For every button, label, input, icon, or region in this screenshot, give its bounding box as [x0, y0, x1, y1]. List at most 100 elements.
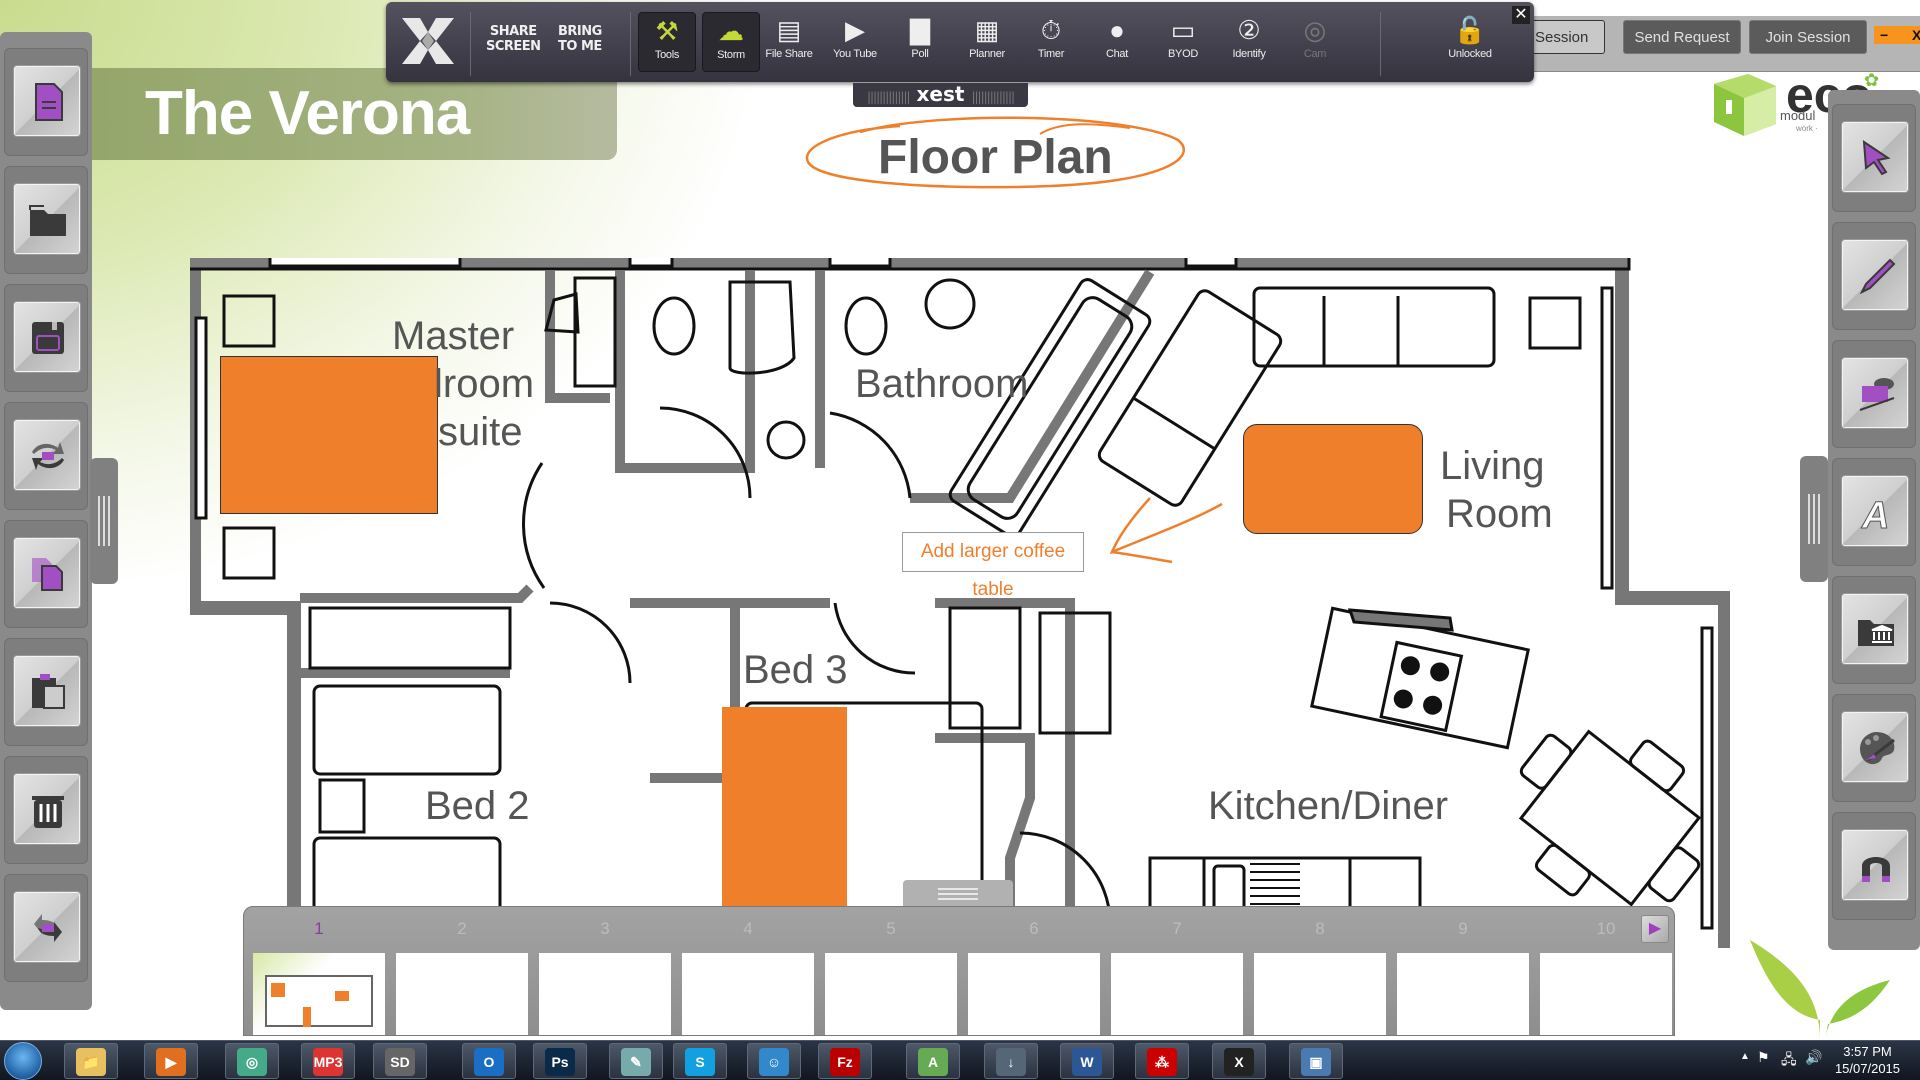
page-number[interactable]: 10 — [1586, 919, 1626, 939]
toolbar-byod-button[interactable]: ▭ BYOD — [1154, 12, 1212, 72]
close-app-button[interactable]: X — [1912, 26, 1920, 44]
taskbar-chrome[interactable]: ◎ — [225, 1043, 279, 1079]
taskbar-android-download[interactable]: ↓ — [984, 1043, 1038, 1079]
session-button[interactable]: Session — [1530, 20, 1605, 54]
resource-library-button[interactable] — [1841, 593, 1909, 665]
next-pages-button[interactable]: ▶ — [1641, 915, 1669, 943]
word-icon: W — [1072, 1048, 1102, 1076]
import-export-button[interactable] — [13, 419, 81, 491]
text-button[interactable]: A — [1841, 475, 1909, 547]
page-number[interactable]: 3 — [585, 919, 625, 939]
coffee-table-highlight[interactable] — [1243, 424, 1423, 534]
toolbar-planner-button[interactable]: ▦ Planner — [958, 12, 1016, 72]
taskbar-filezilla[interactable]: Fz — [818, 1043, 872, 1079]
page-thumbnail[interactable] — [253, 953, 385, 1035]
taskbar-file-explorer[interactable]: 📁 — [64, 1043, 118, 1079]
notepad-icon: ✎ — [621, 1048, 651, 1076]
toolbar-file-share-button[interactable]: ▤ File Share — [760, 12, 818, 72]
right-toolbar-cell: A — [1832, 458, 1916, 566]
new-page-button[interactable] — [13, 65, 81, 137]
page-thumbnail[interactable] — [1540, 953, 1672, 1035]
right-toolbar-collapse-handle[interactable] — [1800, 456, 1828, 582]
taskbar-word[interactable]: W — [1060, 1043, 1114, 1079]
page-number[interactable]: 7 — [1157, 919, 1197, 939]
bring-to-me-button[interactable]: BRING TO ME — [558, 24, 602, 54]
media-player-icon: ▶ — [156, 1048, 186, 1076]
toolbar-timer-button[interactable]: ⏱ Timer — [1022, 12, 1080, 72]
taskbar-photo-viewer[interactable]: ▣ — [1289, 1043, 1343, 1079]
page-thumbnail[interactable] — [825, 953, 957, 1035]
taskbar-outlook[interactable]: O — [462, 1043, 516, 1079]
page-strip-handle[interactable] — [903, 880, 1013, 908]
mp3-app-icon: MP3 — [313, 1048, 343, 1076]
page-thumbnail[interactable] — [1397, 953, 1529, 1035]
annotation-textbox[interactable]: Add larger coffee table — [902, 532, 1084, 600]
taskbar-xest[interactable]: X — [1212, 1043, 1266, 1079]
page-thumbnail[interactable] — [1111, 953, 1243, 1035]
share-screen-button[interactable]: SHARE SCREEN — [486, 24, 541, 54]
clock[interactable]: 3:57 PM 15/07/2015 — [1830, 1043, 1905, 1077]
sync-button[interactable] — [13, 891, 81, 963]
duplicate-button[interactable] — [13, 537, 81, 609]
toolbar-cam-button[interactable]: ◎ Cam — [1286, 12, 1344, 72]
page-thumbnail[interactable] — [1254, 953, 1386, 1035]
lock-toggle-button[interactable]: 🔓 Unlocked — [1435, 12, 1505, 72]
pen-button[interactable] — [1841, 239, 1909, 311]
toolbar-tools-button[interactable]: ⚒ Tools — [638, 12, 696, 72]
toolbar-storm-button[interactable]: ☁ Storm — [702, 12, 760, 72]
poll-icon: ▇ — [910, 15, 930, 45]
action-center-flag-icon[interactable]: ⚑ — [1757, 1049, 1770, 1066]
page-number[interactable]: 9 — [1443, 919, 1483, 939]
taskbar-android-studio[interactable]: A — [906, 1043, 960, 1079]
photoshop-icon: Ps — [545, 1048, 575, 1076]
left-toolbar-collapse-handle[interactable] — [90, 458, 118, 584]
right-toolbar-cell — [1832, 812, 1916, 920]
volume-icon[interactable]: 🔊 — [1805, 1049, 1822, 1066]
taskbar-acrobat[interactable]: ⁂ — [1135, 1043, 1189, 1079]
taskbar-notepad[interactable]: ✎ — [609, 1043, 663, 1079]
toolbar-identify-button[interactable]: ② Identify — [1220, 12, 1278, 72]
trash-button[interactable] — [13, 773, 81, 845]
page-number[interactable]: 8 — [1300, 919, 1340, 939]
page-number[interactable]: 6 — [1014, 919, 1054, 939]
clipboard-button[interactable] — [13, 655, 81, 727]
master-bed-highlight[interactable] — [220, 356, 438, 514]
select-pointer-button[interactable] — [1841, 121, 1909, 193]
taskbar-worker-app[interactable]: ☺ — [747, 1043, 801, 1079]
highlighter-shapes-button[interactable] — [1841, 357, 1909, 429]
youtube-icon: ▶ — [845, 15, 865, 45]
show-hidden-icon[interactable]: ▲ — [1740, 1051, 1750, 1062]
magnet-button[interactable] — [1841, 829, 1909, 901]
page-thumbnail[interactable] — [968, 953, 1100, 1035]
join-session-button[interactable]: Join Session — [1749, 20, 1867, 54]
send-request-button[interactable]: Send Request — [1623, 20, 1741, 54]
toolbar-chat-button[interactable]: ● Chat — [1088, 12, 1146, 72]
page-number[interactable]: 2 — [442, 919, 482, 939]
page-thumbnail[interactable] — [682, 953, 814, 1035]
palette-button[interactable] — [1841, 711, 1909, 783]
taskbar-skype[interactable]: S — [673, 1043, 727, 1079]
page-number[interactable]: 4 — [728, 919, 768, 939]
session-bar: Session Send Request Join Session − X — [1520, 16, 1920, 72]
toolbar-poll-button[interactable]: ▇ Poll — [891, 12, 949, 72]
save-button[interactable] — [13, 301, 81, 373]
taskbar-sd-app[interactable]: SD — [373, 1043, 427, 1079]
xest-logo-icon[interactable] — [402, 18, 454, 64]
taskbar-mp3-app[interactable]: MP3 — [301, 1043, 355, 1079]
page-number[interactable]: 1 — [299, 919, 339, 939]
chrome-icon: ◎ — [237, 1048, 267, 1076]
system-tray: ▲ ⚑ 🖧 🔊 3:57 PM 15/07/2015 — [1735, 1041, 1920, 1080]
minimize-button[interactable]: − — [1880, 26, 1888, 44]
toolbar-drag-handle[interactable]: |||||||||||||| xest |||||||||||||| — [853, 83, 1028, 107]
toolbar-close-button[interactable]: ✕ — [1512, 6, 1530, 24]
taskbar-media-player[interactable]: ▶ — [144, 1043, 198, 1079]
eco-subtag: work · — [1796, 124, 1818, 133]
page-thumbnail[interactable] — [396, 953, 528, 1035]
network-icon[interactable]: 🖧 — [1781, 1049, 1797, 1073]
page-number[interactable]: 5 — [871, 919, 911, 939]
page-thumbnail[interactable] — [539, 953, 671, 1035]
start-button[interactable] — [4, 1042, 42, 1080]
open-folder-button[interactable] — [13, 183, 81, 255]
toolbar-you-tube-button[interactable]: ▶ You Tube — [826, 12, 884, 72]
taskbar-photoshop[interactable]: Ps — [533, 1043, 587, 1079]
